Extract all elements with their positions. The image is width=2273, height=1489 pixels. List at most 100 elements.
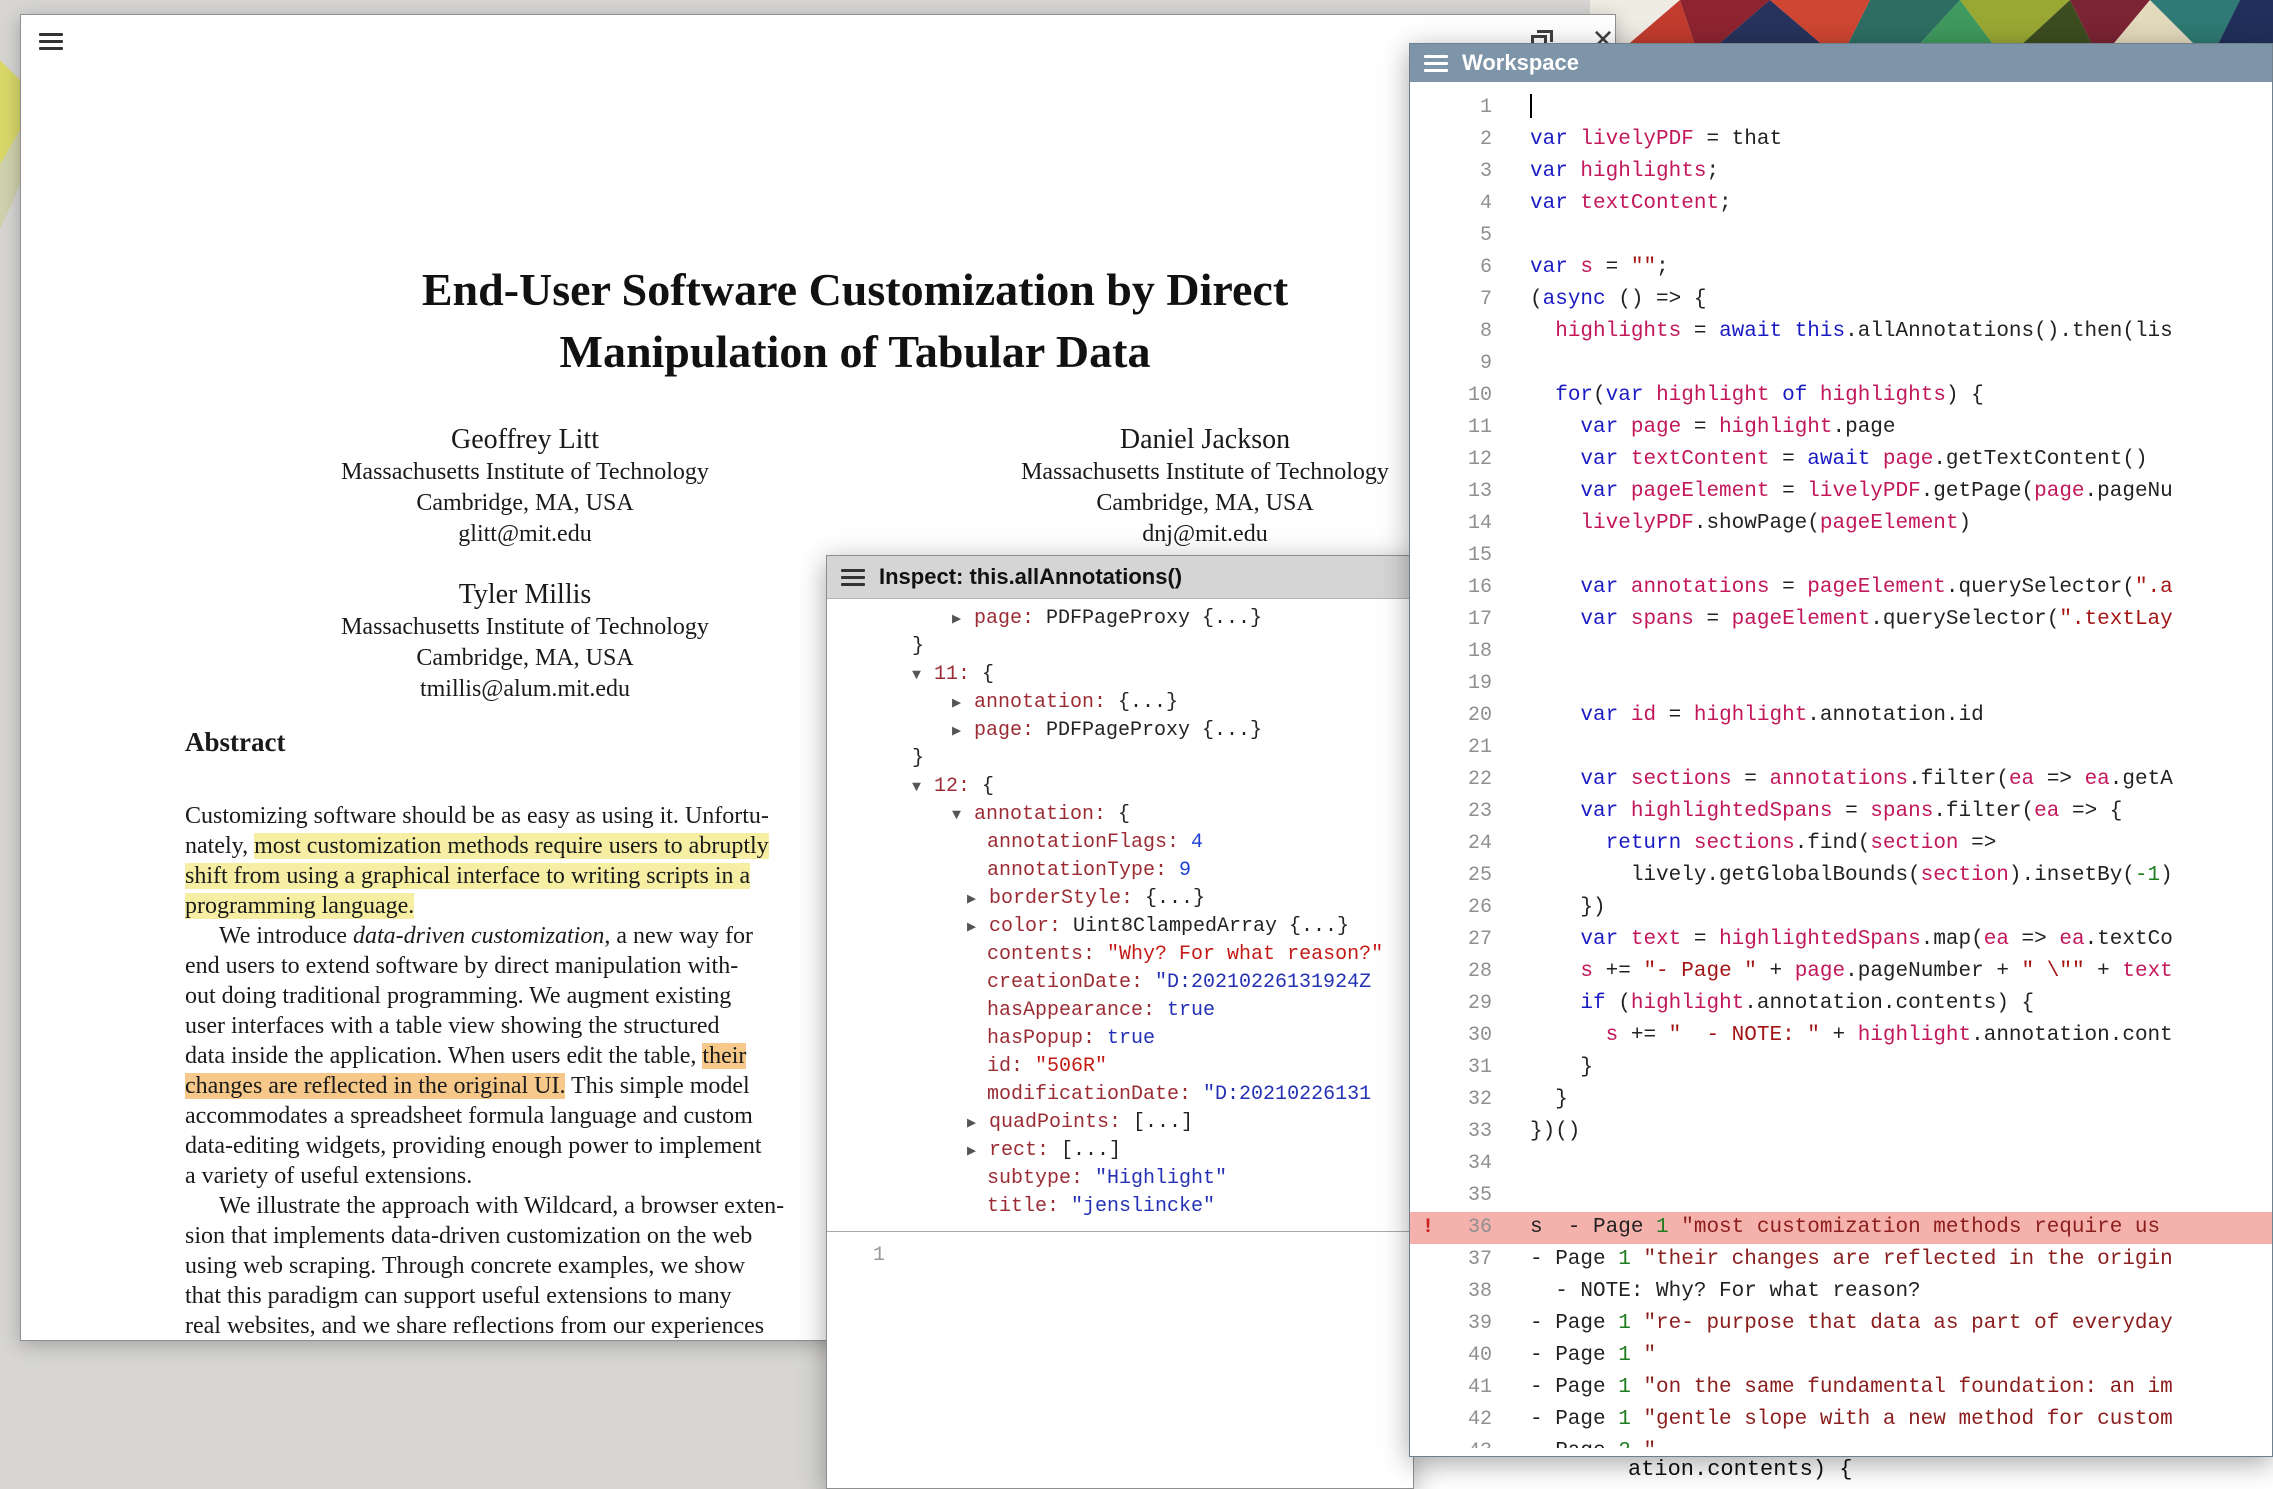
line-number: 4 [1410, 188, 1492, 220]
code-line[interactable]: 22 var sections = annotations.filter(ea … [1410, 764, 2272, 796]
line-number: 23 [1410, 796, 1492, 828]
workspace-titlebar[interactable]: Workspace [1410, 44, 2272, 82]
code-line[interactable]: 15 [1410, 540, 2272, 572]
code-text [1492, 636, 2272, 668]
code-line[interactable]: 17 var spans = pageElement.querySelector… [1410, 604, 2272, 636]
text-span: We introduce [219, 923, 353, 949]
inspect-titlebar[interactable]: Inspect: this.allAnnotations() [827, 556, 1413, 599]
code-line[interactable]: 18 [1410, 636, 2272, 668]
menu-icon[interactable] [841, 569, 865, 586]
code-text [1492, 540, 2272, 572]
code-line[interactable]: 40- Page 1 " [1410, 1340, 2272, 1372]
line-number: 12 [1410, 444, 1492, 476]
code-line[interactable]: 13 var pageElement = livelyPDF.getPage(p… [1410, 476, 2272, 508]
code-text: - Page 2 " [1492, 1436, 2272, 1448]
code-line[interactable]: 1 [1410, 92, 2272, 124]
code-line[interactable]: 11 var page = highlight.page [1410, 412, 2272, 444]
code-text: }) [1492, 892, 2272, 924]
abstract-line: nately, most customization methods requi… [185, 831, 850, 861]
code-line[interactable]: 42- Page 1 "gentle slope with a new meth… [1410, 1404, 2272, 1436]
code-line[interactable]: 23 var highlightedSpans = spans.filter(e… [1410, 796, 2272, 828]
inspector-editor[interactable]: 1 [827, 1231, 1413, 1488]
expand-arrow-icon[interactable]: ▶ [952, 606, 974, 633]
code-line[interactable]: 29 if (highlight.annotation.contents) { [1410, 988, 2272, 1020]
text-span: sion that implements data-driven customi… [185, 1223, 752, 1249]
paper-title: End-User Software Customization by Direc… [185, 259, 1525, 383]
inspector-line: ▶quadPoints: [...] [827, 1109, 1413, 1137]
menu-icon[interactable] [1424, 55, 1448, 72]
collapse-arrow-icon[interactable]: ▼ [912, 774, 934, 801]
abstract-line: shift from using a graphical interface t… [185, 861, 850, 891]
code-line[interactable]: 38 - NOTE: Why? For what reason? [1410, 1276, 2272, 1308]
author-city: Cambridge, MA, USA [185, 643, 865, 674]
line-number: 42 [1410, 1404, 1492, 1436]
code-line[interactable]: 31 } [1410, 1052, 2272, 1084]
code-line[interactable]: 35 [1410, 1180, 2272, 1212]
expand-arrow-icon[interactable]: ▶ [967, 886, 989, 913]
text-span: data-editing widgets, providing enough p… [185, 1133, 762, 1159]
workspace-code[interactable]: 12var livelyPDF = that3var highlights;4v… [1410, 82, 2272, 1448]
line-number: 1 [1410, 92, 1492, 124]
code-line[interactable]: 32 } [1410, 1084, 2272, 1116]
abstract-line: data-editing widgets, providing enough p… [185, 1131, 850, 1161]
line-number: 13 [1410, 476, 1492, 508]
text-span: a variety of useful extensions. [185, 1163, 472, 1189]
code-line[interactable]: 30 s += " - NOTE: " + highlight.annotati… [1410, 1020, 2272, 1052]
code-line[interactable]: 43- Page 2 " [1410, 1436, 2272, 1448]
code-line[interactable]: 12 var textContent = await page.getTextC… [1410, 444, 2272, 476]
line-number: 5 [1410, 220, 1492, 252]
line-number: 2 [1410, 124, 1492, 156]
code-line[interactable]: 8 highlights = await this.allAnnotations… [1410, 316, 2272, 348]
collapse-arrow-icon[interactable]: ▼ [952, 802, 974, 829]
code-line[interactable]: 19 [1410, 668, 2272, 700]
code-line[interactable]: 27 var text = highlightedSpans.map(ea =>… [1410, 924, 2272, 956]
code-line[interactable]: 41- Page 1 "on the same fundamental foun… [1410, 1372, 2272, 1404]
expand-arrow-icon[interactable]: ▶ [952, 690, 974, 717]
code-text: var sections = annotations.filter(ea => … [1492, 764, 2272, 796]
code-line[interactable]: 34 [1410, 1148, 2272, 1180]
inspector-tree[interactable]: ▶page: PDFPageProxy {...}}▼11: {▶annotat… [827, 599, 1413, 1224]
code-line[interactable]: 10 for(var highlight of highlights) { [1410, 380, 2272, 412]
expand-arrow-icon[interactable]: ▶ [952, 718, 974, 745]
code-line[interactable]: 37- Page 1 "their changes are reflected … [1410, 1244, 2272, 1276]
expand-arrow-icon[interactable]: ▶ [967, 1138, 989, 1165]
code-line[interactable]: 9 [1410, 348, 2272, 380]
code-line[interactable]: 28 s += "- Page " + page.pageNumber + " … [1410, 956, 2272, 988]
code-line[interactable]: 33})() [1410, 1116, 2272, 1148]
abstract-line: that this paradigm can support useful ex… [185, 1281, 850, 1311]
code-line[interactable]: 21 [1410, 732, 2272, 764]
code-line[interactable]: 7(async () => { [1410, 284, 2272, 316]
line-number: 22 [1410, 764, 1492, 796]
code-line[interactable]: 3var highlights; [1410, 156, 2272, 188]
code-line[interactable]: 14 livelyPDF.showPage(pageElement) [1410, 508, 2272, 540]
code-text: })() [1492, 1116, 2272, 1148]
code-line[interactable]: 26 }) [1410, 892, 2272, 924]
desktop: × End-User Software Customization by Dir… [0, 0, 2273, 1489]
code-text: var page = highlight.page [1492, 412, 2272, 444]
code-line[interactable]: 5 [1410, 220, 2272, 252]
code-line[interactable]: 25 lively.getGlobalBounds(section).inset… [1410, 860, 2272, 892]
inspector-line: ▶rect: [...] [827, 1137, 1413, 1165]
code-line[interactable]: 20 var id = highlight.annotation.id [1410, 700, 2272, 732]
code-line[interactable]: !36s - Page 1 "most customization method… [1410, 1212, 2272, 1244]
collapse-arrow-icon[interactable]: ▼ [912, 662, 934, 689]
text-span: user interfaces with a table view showin… [185, 1013, 720, 1039]
text-span: using web scraping. Through concrete exa… [185, 1253, 745, 1279]
inspector-line: ▼12: { [827, 773, 1413, 801]
line-number: 14 [1410, 508, 1492, 540]
code-line[interactable]: 39- Page 1 "re- purpose that data as par… [1410, 1308, 2272, 1340]
code-line[interactable]: 4var textContent; [1410, 188, 2272, 220]
code-line[interactable]: 6var s = ""; [1410, 252, 2272, 284]
code-text [1492, 668, 2272, 700]
abstract-line: Customizing software should be as easy a… [185, 801, 850, 831]
menu-icon[interactable] [39, 33, 63, 50]
expand-arrow-icon[interactable]: ▶ [967, 1110, 989, 1137]
inspector-line: modificationDate: "D:20210226131 [827, 1081, 1413, 1109]
code-line[interactable]: 16 var annotations = pageElement.querySe… [1410, 572, 2272, 604]
text-span: This simple model [565, 1073, 749, 1099]
code-line[interactable]: 24 return sections.find(section => [1410, 828, 2272, 860]
text-span: out doing traditional programming. We au… [185, 983, 731, 1009]
expand-arrow-icon[interactable]: ▶ [967, 914, 989, 941]
author-name: Tyler Millis [185, 578, 865, 612]
code-line[interactable]: 2var livelyPDF = that [1410, 124, 2272, 156]
